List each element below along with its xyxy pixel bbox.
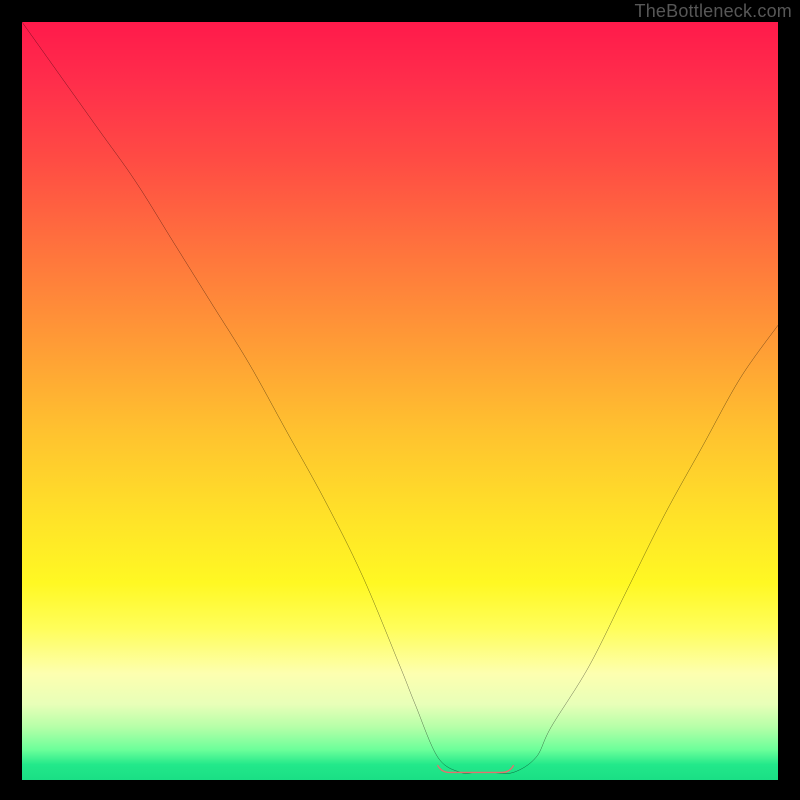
watermark-text: TheBottleneck.com [635, 2, 792, 20]
chart-container: TheBottleneck.com [0, 0, 800, 800]
plot-area [22, 22, 778, 780]
flat-highlight [438, 766, 514, 773]
curve-path [22, 22, 778, 774]
curve-layer [22, 22, 778, 780]
